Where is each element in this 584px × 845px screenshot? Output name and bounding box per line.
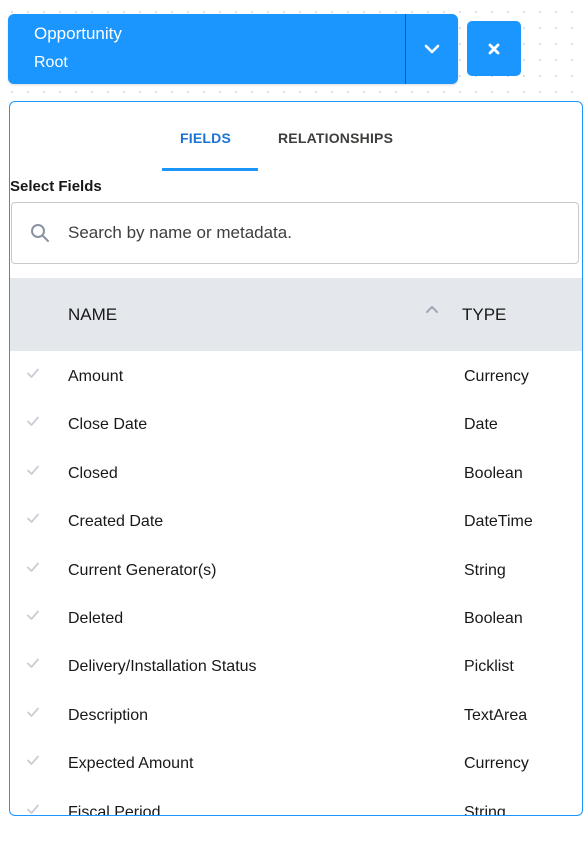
column-header-type[interactable]: TYPE xyxy=(462,305,506,325)
active-tab-indicator xyxy=(162,168,258,171)
table-row[interactable]: Current Generator(s) String xyxy=(10,546,582,594)
field-name: Current Generator(s) xyxy=(68,561,217,579)
field-type: Boolean xyxy=(464,464,523,482)
table-row[interactable]: Delivery/Installation Status Picklist xyxy=(10,642,582,690)
field-name: Description xyxy=(68,706,149,724)
field-type: Boolean xyxy=(464,609,523,627)
table-row[interactable]: Expected Amount Currency xyxy=(10,739,582,787)
table-row[interactable]: Deleted Boolean xyxy=(10,594,582,642)
field-list: Amount Currency Close Date Date Closed Boolea… xyxy=(10,352,582,816)
table-row[interactable]: Closed Boolean xyxy=(10,449,582,497)
check-icon[interactable] xyxy=(26,705,40,719)
close-icon xyxy=(488,43,500,54)
search-box[interactable] xyxy=(11,202,579,264)
table-header: NAME TYPE xyxy=(10,278,582,351)
check-icon[interactable] xyxy=(26,656,40,670)
check-icon[interactable] xyxy=(26,608,40,622)
field-name: Expected Amount xyxy=(68,755,194,773)
field-type: Currency xyxy=(464,368,529,385)
sort-ascending-icon[interactable] xyxy=(425,304,439,314)
table-row[interactable]: Close Date Date xyxy=(10,400,582,448)
field-type: String xyxy=(464,561,506,579)
tab-fields[interactable]: FIELDS xyxy=(180,130,231,146)
check-icon[interactable] xyxy=(26,560,40,574)
check-icon[interactable] xyxy=(26,753,40,767)
tab-relationships[interactable]: RELATIONSHIPS xyxy=(278,130,393,146)
field-name: Close Date xyxy=(68,416,148,434)
search-icon xyxy=(31,224,49,242)
table-row[interactable]: Description TextArea xyxy=(10,691,582,739)
field-name: Closed xyxy=(68,464,118,482)
field-name: Fiscal Period xyxy=(68,803,161,816)
object-subtitle: Root xyxy=(34,54,68,71)
field-type: Currency xyxy=(464,755,529,773)
search-input[interactable] xyxy=(66,222,530,244)
field-type: Date xyxy=(464,416,498,434)
object-selector-text[interactable]: Opportunity Root xyxy=(8,14,405,84)
object-selector-toggle-button[interactable] xyxy=(405,14,458,84)
check-icon[interactable] xyxy=(26,802,40,816)
field-type: String xyxy=(464,803,506,816)
check-icon[interactable] xyxy=(26,463,40,477)
check-icon[interactable] xyxy=(26,366,40,380)
table-row[interactable]: Amount Currency xyxy=(10,352,582,400)
field-name: Deleted xyxy=(68,609,124,627)
object-selector[interactable]: Opportunity Root xyxy=(8,14,458,84)
table-row[interactable]: Created Date DateTime xyxy=(10,497,582,545)
field-name: Amount xyxy=(68,368,124,385)
object-name: Opportunity xyxy=(34,24,122,43)
field-selection-panel: FIELDS RELATIONSHIPS Select Fields NAME … xyxy=(9,101,583,816)
check-icon[interactable] xyxy=(26,511,40,525)
field-name: Delivery/Installation Status xyxy=(68,658,257,676)
remove-object-button[interactable] xyxy=(467,21,521,76)
tab-bar: FIELDS RELATIONSHIPS xyxy=(10,102,582,172)
chevron-down-icon xyxy=(424,44,440,54)
column-header-name[interactable]: NAME xyxy=(68,305,117,325)
field-type: TextArea xyxy=(464,706,528,724)
field-name: Created Date xyxy=(68,513,164,531)
table-row[interactable]: Fiscal Period String xyxy=(10,788,582,816)
field-type: DateTime xyxy=(464,513,533,531)
check-icon[interactable] xyxy=(26,414,40,428)
select-fields-heading: Select Fields xyxy=(10,178,102,195)
field-type: Picklist xyxy=(464,658,514,676)
